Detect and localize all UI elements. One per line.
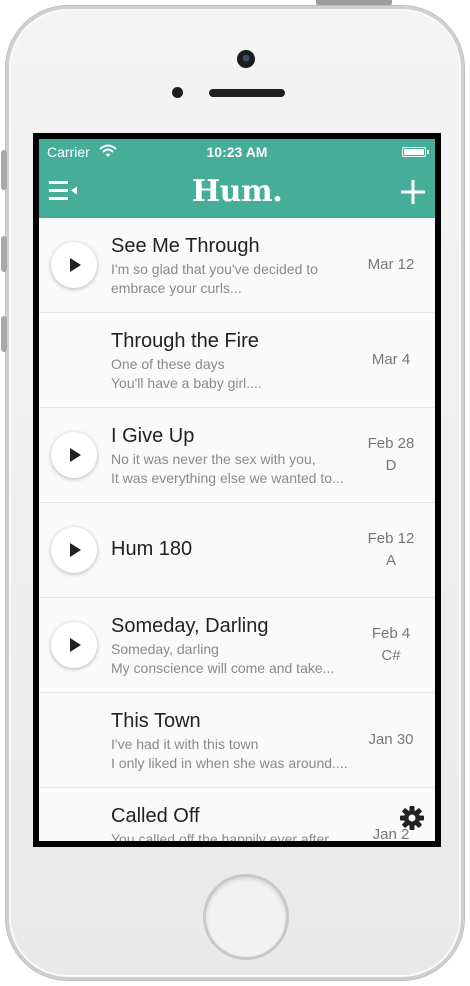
status-time: 10:23 AM: [206, 144, 268, 160]
front-camera: [237, 50, 255, 68]
gear-icon[interactable]: [399, 805, 425, 831]
battery-icon: [402, 147, 429, 157]
home-button[interactable]: [203, 874, 289, 960]
play-icon: [70, 638, 81, 652]
lyric-preview-line: Someday, darling: [111, 641, 219, 657]
play-button[interactable]: [51, 527, 97, 573]
status-bar: Carrier 10:23 AM: [39, 139, 435, 166]
song-list: See Me Through I'm so glad that you've de…: [39, 218, 435, 841]
song-row[interactable]: Through the Fire One of these days You'll …: [39, 313, 435, 408]
lyric-preview-line: It was everything else we wanted to...: [111, 470, 344, 486]
play-button[interactable]: [51, 242, 97, 288]
nav-bar: Hum.: [39, 166, 435, 218]
mute-switch[interactable]: [1, 150, 7, 190]
lyric-preview-line: My conscience will come and take...: [111, 660, 335, 676]
lyric-preview-line: embrace your curls...: [111, 280, 242, 296]
song-title: Through the Fire: [111, 330, 259, 352]
song-date: Feb 12: [367, 530, 415, 547]
song-row[interactable]: Someday, Darling Someday, darling My consc…: [39, 598, 435, 693]
song-key: D: [385, 457, 397, 474]
song-title: See Me Through: [111, 235, 260, 257]
song-date: Feb 28: [367, 435, 415, 452]
song-date: Mar 4: [371, 351, 411, 368]
lyric-preview-line: I only liked in when she was around....: [111, 755, 348, 771]
song-row[interactable]: I Give Up No it was never the sex with yo…: [39, 408, 435, 503]
song-title: Called Off: [111, 805, 200, 827]
song-title: Hum 180: [111, 538, 193, 560]
song-key: A: [385, 552, 396, 569]
lyric-preview-line: No it was never the sex with you,: [111, 451, 316, 467]
song-row[interactable]: This Town I've had it with this town I onl…: [39, 693, 435, 788]
app-logo: Hum.: [191, 174, 283, 209]
song-meta: Mar 12: [361, 218, 421, 312]
play-icon: [70, 543, 81, 557]
song-meta: Feb 4 C#: [361, 598, 421, 692]
earpiece-speaker: [209, 89, 285, 97]
song-title: This Town: [111, 710, 201, 732]
song-row[interactable]: See Me Through I'm so glad that you've de…: [39, 218, 435, 313]
lyric-preview-line: I'm so glad that you've decided to: [111, 261, 318, 277]
song-row[interactable]: Called Off You called off the happily eve…: [39, 788, 435, 841]
screen: Carrier 10:23 AM Hum. See Me Through I'm…: [33, 133, 441, 847]
lyric-preview-line: One of these days: [111, 356, 225, 372]
plus-icon[interactable]: [401, 180, 425, 204]
song-title: I Give Up: [111, 425, 195, 447]
lyric-preview-line: You called off the happily ever after: [111, 831, 329, 841]
song-meta: Feb 12 A: [361, 503, 421, 597]
volume-down-button[interactable]: [1, 316, 7, 352]
song-key: C#: [381, 647, 401, 664]
song-meta: Jan 30: [361, 693, 421, 787]
play-button[interactable]: [51, 432, 97, 478]
play-icon: [70, 258, 81, 272]
song-title: Someday, Darling: [111, 615, 269, 637]
lyric-preview-line: You'll have a baby girl....: [111, 375, 262, 391]
lyric-preview-line: I've had it with this town: [111, 736, 259, 752]
play-icon: [70, 448, 81, 462]
app-screen: Carrier 10:23 AM Hum. See Me Through I'm…: [39, 139, 435, 841]
song-meta: Mar 4: [361, 313, 421, 407]
song-row[interactable]: Hum 180 Feb 12 A: [39, 503, 435, 598]
song-date: Mar 12: [367, 256, 415, 273]
proximity-sensor: [172, 87, 183, 98]
song-meta: Feb 28 D: [361, 408, 421, 502]
power-button[interactable]: [316, 0, 392, 5]
song-date: Feb 4: [371, 625, 411, 642]
volume-up-button[interactable]: [1, 236, 7, 272]
play-button[interactable]: [51, 622, 97, 668]
song-date: Jan 30: [368, 731, 414, 748]
